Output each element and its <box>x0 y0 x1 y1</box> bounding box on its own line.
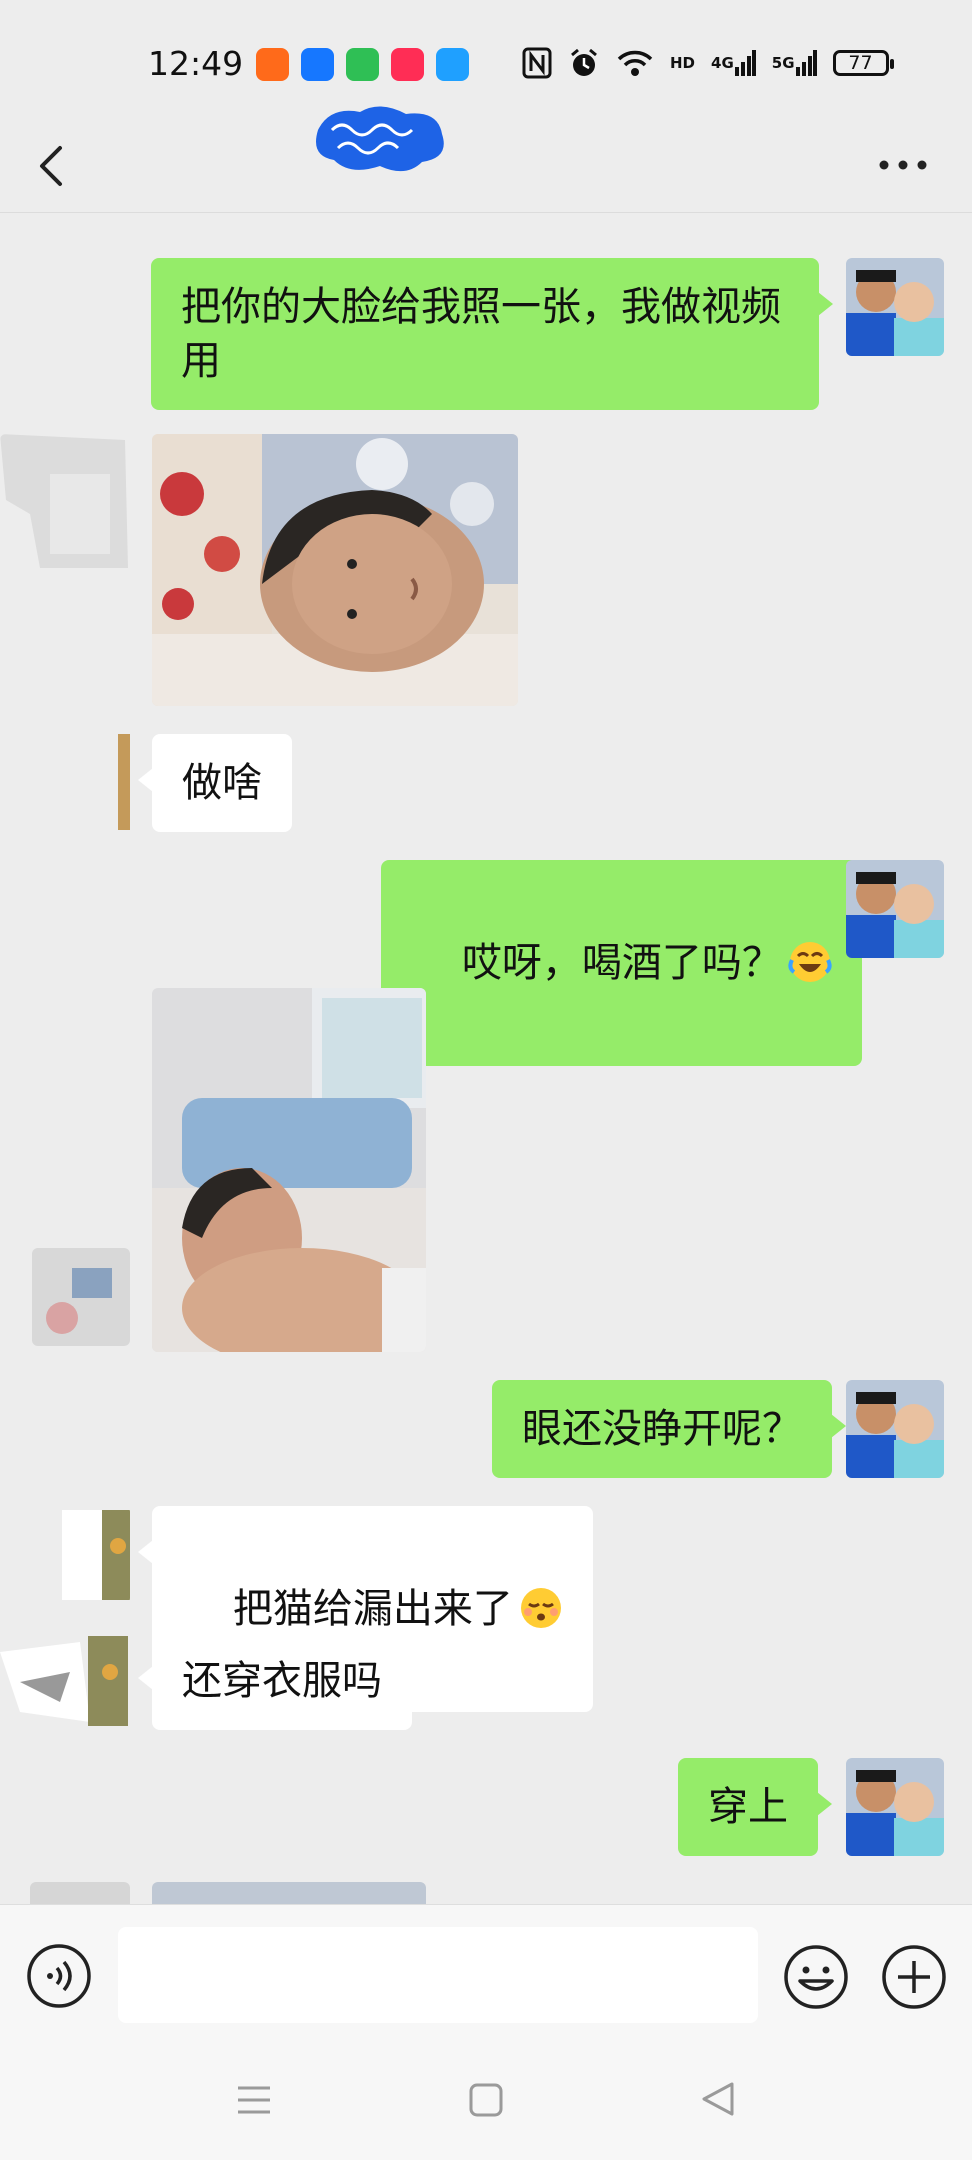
more-dots-icon[interactable] <box>868 130 938 200</box>
emoji-icon[interactable] <box>782 1943 850 2011</box>
status-bar: 12:49 HD 4G 5G 77 <box>0 0 972 120</box>
contact-avatar[interactable] <box>52 1506 130 1604</box>
battery-level: 77 <box>848 52 873 74</box>
contact-avatar[interactable] <box>0 434 130 570</box>
contact-avatar[interactable] <box>0 1632 130 1730</box>
alipay-app-icon <box>301 48 334 81</box>
chat-app-icon <box>346 48 379 81</box>
menu-icon[interactable] <box>236 2082 272 2118</box>
wifi-icon <box>616 46 654 80</box>
contact-avatar[interactable] <box>30 1882 130 1904</box>
contact-avatar[interactable] <box>118 734 130 830</box>
message-input[interactable] <box>118 1927 758 2023</box>
nfc-icon <box>522 46 552 80</box>
status-time: 12:49 <box>148 44 244 83</box>
chat-input-bar <box>0 1904 972 2031</box>
back-triangle-icon[interactable] <box>700 2080 736 2118</box>
hd-voice-icon: HD <box>670 54 696 72</box>
system-nav-bar <box>0 2030 972 2160</box>
kissing-emoji-icon <box>520 1588 561 1628</box>
message-text: 把猫给漏出来了 <box>232 1586 513 1632</box>
message-bubble-incoming[interactable]: 做啥 <box>138 734 292 832</box>
my-avatar[interactable] <box>846 1758 944 1856</box>
message-bubble-outgoing[interactable]: 眼还没睁开呢？ <box>492 1380 846 1478</box>
signal-4g-icon: 4G <box>711 46 756 80</box>
signal-5g-icon: 5G <box>772 46 817 80</box>
chat-header <box>0 120 972 213</box>
message-image-lying-down[interactable] <box>152 988 426 1352</box>
my-avatar[interactable] <box>846 1380 944 1478</box>
message-list[interactable]: 把你的大脸给我照一张，我做视频 用 做啥 哎呀，喝酒了吗？ 眼还没睁开呢？ 把猫… <box>0 212 972 1904</box>
message-image-partial[interactable] <box>152 1882 426 1904</box>
taobao-app-icon <box>256 48 289 81</box>
message-bubble-outgoing[interactable]: 哎呀，喝酒了吗？ <box>381 860 876 1066</box>
redacted-title-scribble <box>316 106 444 172</box>
my-avatar[interactable] <box>846 860 944 958</box>
back-chevron-icon[interactable] <box>28 128 80 204</box>
message-text: 哎呀，喝酒了吗？ <box>461 940 782 986</box>
video-app-icon <box>391 48 424 81</box>
message-bubble-outgoing[interactable]: 穿上 <box>678 1758 832 1856</box>
home-icon[interactable] <box>468 2082 504 2118</box>
message-image-selfie[interactable] <box>152 434 518 706</box>
network-5g-label: 5G <box>771 54 795 72</box>
voice-input-icon[interactable] <box>26 1943 92 2009</box>
network-4g-label: 4G <box>711 54 734 72</box>
plus-icon[interactable] <box>880 1943 948 2011</box>
tears-of-joy-emoji-icon <box>788 942 832 982</box>
battery-icon: 77 <box>832 50 894 76</box>
system-icons: HD 4G 5G 77 <box>522 46 894 80</box>
navigation-app-icon <box>436 48 469 81</box>
contact-avatar[interactable] <box>32 1248 130 1346</box>
alarm-icon <box>568 46 600 80</box>
my-avatar[interactable] <box>846 258 944 356</box>
notification-app-icons <box>256 48 469 81</box>
message-bubble-outgoing[interactable]: 把你的大脸给我照一张，我做视频 用 <box>151 258 833 410</box>
message-bubble-incoming[interactable]: 还穿衣服吗 <box>138 1632 412 1730</box>
